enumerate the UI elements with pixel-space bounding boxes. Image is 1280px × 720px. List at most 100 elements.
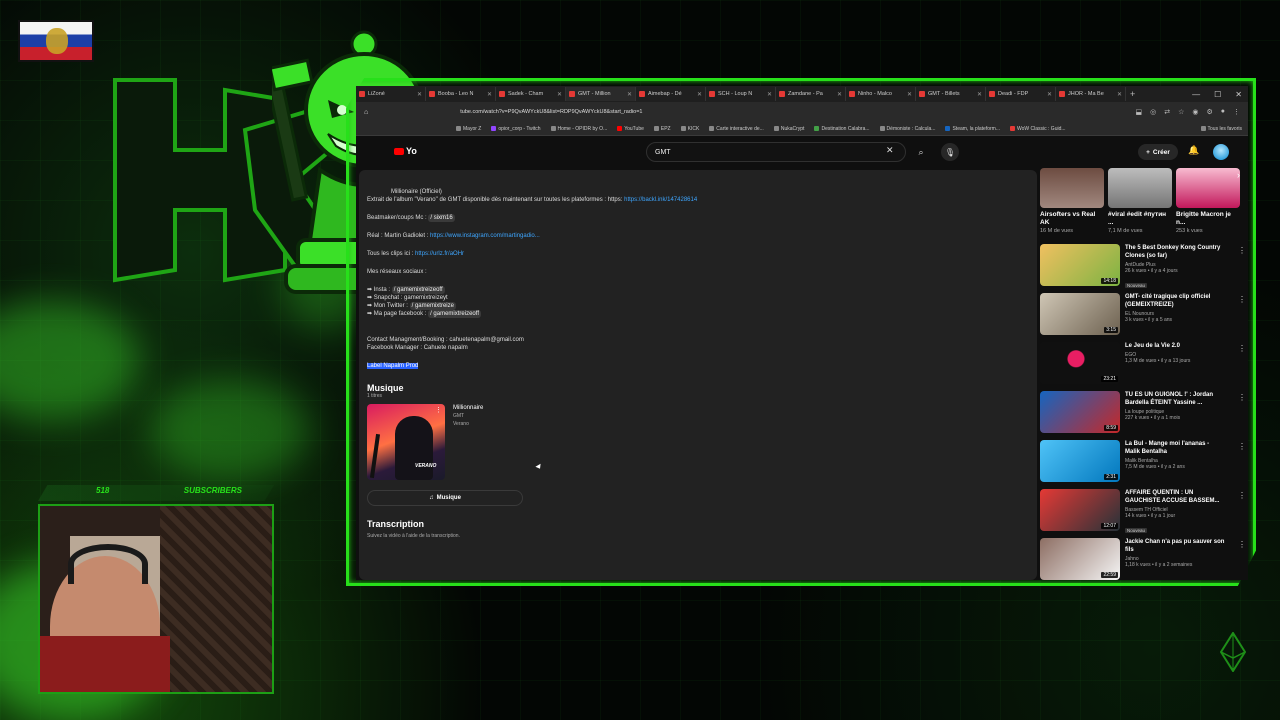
- video-thumbnail[interactable]: 2:31: [1040, 440, 1120, 482]
- short-item[interactable]: Airsofters vs Real AK 16 M de vues: [1040, 168, 1104, 244]
- notifications-bell-icon[interactable]: 🔔: [1188, 145, 1199, 156]
- related-video[interactable]: 12:07 AFFAIRE QUENTIN : UN GAUCHISTE ACCU…: [1040, 489, 1248, 537]
- close-tab-icon[interactable]: ✕: [417, 91, 422, 98]
- video-thumbnail[interactable]: 23:21: [1040, 342, 1120, 384]
- close-tab-icon[interactable]: ✕: [627, 91, 632, 98]
- music-heading: Musique: [367, 383, 404, 393]
- bookmark-item[interactable]: Home - OPIDR by O...: [550, 126, 607, 132]
- short-item[interactable]: Brigitte Macron je n... 253 k vues: [1176, 168, 1240, 244]
- album-cover[interactable]: VERANO ⋮: [367, 404, 445, 480]
- related-video[interactable]: 22:59 Jackie Chan n'a pas pu sauver son f…: [1040, 538, 1248, 580]
- bookmark-item[interactable]: Steam, la plateform...: [945, 126, 1000, 132]
- video-thumbnail[interactable]: 8:59: [1040, 391, 1120, 433]
- bookmark-item[interactable]: NukaCrypt: [773, 126, 804, 132]
- related-video[interactable]: 8:59 TU ES UN GUIGNOL !' : Jordan Bardell…: [1040, 391, 1248, 439]
- url-field[interactable]: tube.com/watch?v=P9QvAWYckU8&list=RDP9Qv…: [460, 109, 642, 115]
- youtube-logo[interactable]: Yo: [394, 146, 417, 156]
- video-thumbnail[interactable]: 22:59: [1040, 538, 1120, 580]
- avatar[interactable]: [1213, 144, 1229, 160]
- bookmark-item[interactable]: opior_corp - Twitch: [491, 126, 541, 132]
- video-thumbnail[interactable]: 3:15: [1040, 293, 1120, 335]
- search-input[interactable]: GMT: [646, 142, 906, 162]
- track-title: Millionnaire: [453, 405, 484, 411]
- related-video[interactable]: 23:21 Le Jeu de la Vie 2.0 EGO 1,3 M de vue…: [1040, 342, 1248, 390]
- album-link[interactable]: https://backl.ink/147428614: [624, 197, 697, 203]
- related-video[interactable]: 3:15 GMT- cité tragique clip officiel (GE…: [1040, 293, 1248, 341]
- bookmark-item[interactable]: WoW Classic : Guid...: [1010, 126, 1066, 132]
- short-thumbnail[interactable]: [1040, 168, 1104, 208]
- more-options-icon[interactable]: ⋮: [1238, 491, 1246, 500]
- more-options-icon[interactable]: ⋮: [1238, 344, 1246, 353]
- search-icon[interactable]: ⌕: [909, 142, 933, 162]
- more-options-icon[interactable]: ⋮: [1238, 393, 1246, 402]
- bookmark-item[interactable]: KICK: [680, 126, 699, 132]
- short-thumbnail[interactable]: [1108, 168, 1172, 208]
- instagram-link[interactable]: https://www.instagram.com/martingadio...: [430, 233, 540, 239]
- browser-tab[interactable]: SCH - Loup N ✕: [706, 87, 776, 101]
- more-options-icon[interactable]: ⋮: [1238, 246, 1246, 255]
- bookmark-item[interactable]: Destination Calabra...: [814, 126, 870, 132]
- music-button[interactable]: ♫ Musique: [367, 490, 523, 506]
- new-tab-icon[interactable]: +: [1126, 89, 1139, 99]
- bookmark-item[interactable]: EPZ: [653, 126, 671, 132]
- extension-icon[interactable]: ◉: [1192, 108, 1198, 116]
- install-icon[interactable]: ⬓: [1135, 108, 1142, 116]
- twitter-chip[interactable]: / gamemixtreize: [409, 302, 456, 310]
- eye-off-icon[interactable]: ◎: [1150, 108, 1156, 116]
- browser-tab[interactable]: JHOR - Ma Be ✕: [1056, 87, 1126, 101]
- browser-tab[interactable]: LiZoné ✕: [356, 87, 426, 101]
- close-tab-icon[interactable]: ✕: [767, 91, 772, 98]
- more-options-icon[interactable]: ⋮: [1238, 295, 1246, 304]
- insta-chip[interactable]: / gamemixtreizeoff: [391, 286, 445, 294]
- close-window-icon[interactable]: ✕: [1235, 90, 1242, 99]
- close-tab-icon[interactable]: ✕: [1117, 91, 1122, 98]
- browser-tab[interactable]: Zamdane - Pa ✕: [776, 87, 846, 101]
- browser-tab[interactable]: Ninho - Malco ✕: [846, 87, 916, 101]
- instagram-chip[interactable]: / sixm16: [428, 214, 455, 222]
- close-tab-icon[interactable]: ✕: [557, 91, 562, 98]
- chevron-right-icon[interactable]: ›: [1237, 170, 1240, 180]
- youtube-favicon-icon: [1059, 91, 1065, 97]
- close-tab-icon[interactable]: ✕: [907, 91, 912, 98]
- puzzle-icon[interactable]: ⚙: [1206, 108, 1212, 116]
- short-item[interactable]: #viral #edit #путин ... 7,1 M de vues: [1108, 168, 1172, 244]
- bookmark-item[interactable]: Carte interactive de...: [709, 126, 764, 132]
- close-tab-icon[interactable]: ✕: [487, 91, 492, 98]
- all-bookmarks-folder[interactable]: Tous les favoris: [1200, 126, 1248, 132]
- home-icon[interactable]: ⌂: [364, 109, 368, 116]
- browser-tab-active[interactable]: GMT - Million ✕: [566, 87, 636, 101]
- clips-link[interactable]: https://urlz.fr/aOHr: [415, 251, 464, 257]
- browser-tab[interactable]: Sadek - Cham ✕: [496, 87, 566, 101]
- bookmark-item[interactable]: YouTube: [617, 126, 644, 132]
- more-options-icon[interactable]: ⋮: [435, 407, 442, 415]
- video-thumbnail[interactable]: 12:07: [1040, 489, 1120, 531]
- clear-search-icon[interactable]: ✕: [886, 145, 894, 156]
- translate-icon[interactable]: ⇄: [1164, 108, 1170, 116]
- facebook-chip[interactable]: / gamemixtreizeoff: [428, 310, 481, 318]
- maximize-icon[interactable]: ☐: [1214, 90, 1221, 99]
- video-thumbnail[interactable]: 14:18: [1040, 244, 1120, 286]
- star-icon[interactable]: ☆: [1178, 108, 1184, 116]
- browser-tab[interactable]: Booba - Leo N ✕: [426, 87, 496, 101]
- folder-icon: [1200, 126, 1206, 131]
- related-video[interactable]: 2:31 La Bul - Mange moi l'ananas - Malik …: [1040, 440, 1248, 488]
- bookmark-item[interactable]: Démoniste : Calcula...: [879, 126, 935, 132]
- create-button[interactable]: + Créer: [1138, 144, 1178, 160]
- microphone-icon[interactable]: 🎙: [941, 143, 959, 161]
- menu-icon[interactable]: ⋮: [1233, 108, 1240, 116]
- profile-icon[interactable]: ●: [1221, 108, 1225, 116]
- browser-tab[interactable]: Aimebap - Dé ✕: [636, 87, 706, 101]
- more-options-icon[interactable]: ⋮: [1238, 540, 1246, 549]
- browser-tab[interactable]: GMT - Billets ✕: [916, 87, 986, 101]
- short-thumbnail[interactable]: [1176, 168, 1240, 208]
- close-tab-icon[interactable]: ✕: [697, 91, 702, 98]
- browser-tab[interactable]: Deadi - FDP ✕: [986, 87, 1056, 101]
- close-tab-icon[interactable]: ✕: [837, 91, 842, 98]
- music-card[interactable]: VERANO ⋮ Millionnaire GMT Verano: [367, 404, 1029, 480]
- close-tab-icon[interactable]: ✕: [977, 91, 982, 98]
- minimize-icon[interactable]: —: [1192, 90, 1200, 99]
- related-video[interactable]: 14:18 The 5 Best Donkey Kong Country Clon…: [1040, 244, 1248, 292]
- bookmark-item[interactable]: Mayor Z: [456, 126, 481, 132]
- close-tab-icon[interactable]: ✕: [1047, 91, 1052, 98]
- more-options-icon[interactable]: ⋮: [1238, 442, 1246, 451]
